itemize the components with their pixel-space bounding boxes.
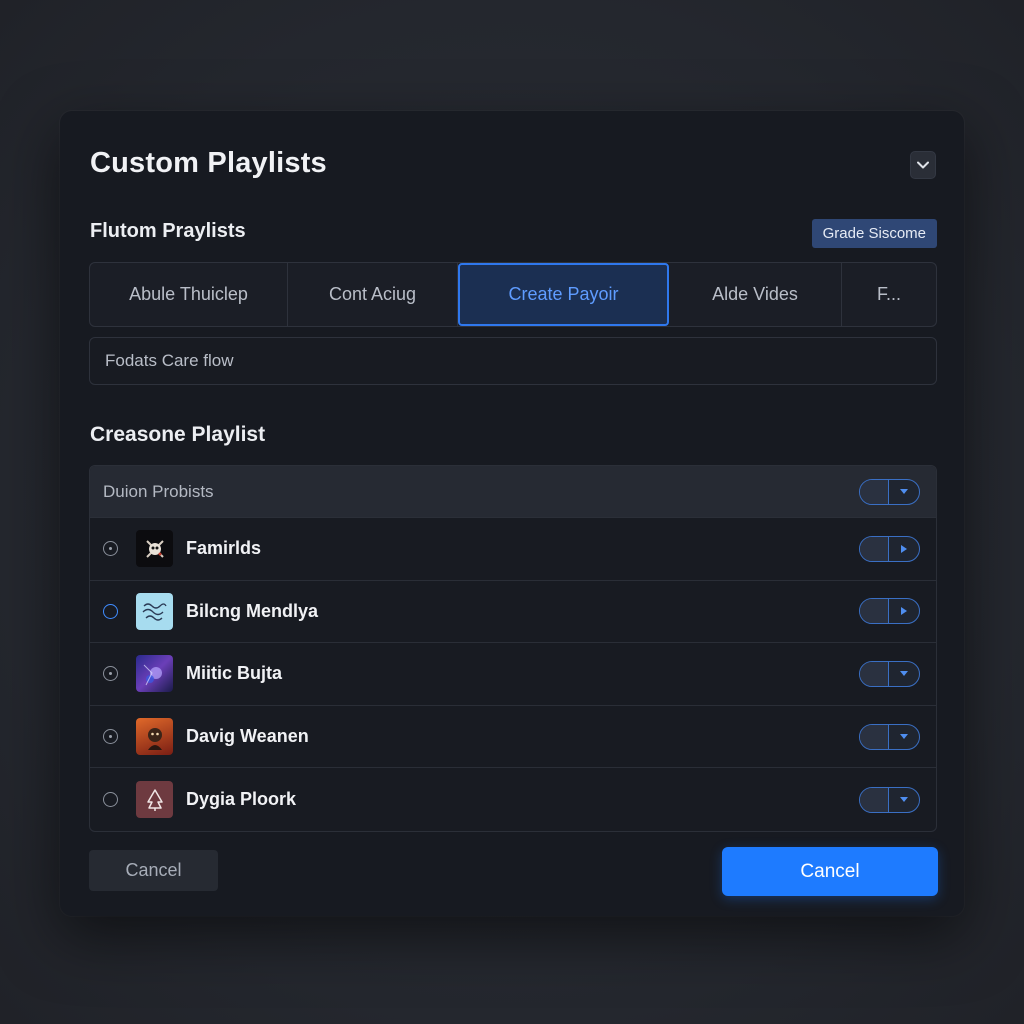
- item-dropdown-toggle[interactable]: [859, 723, 920, 750]
- arrow-right-icon: [901, 544, 907, 553]
- chevron-down-icon: [917, 161, 929, 169]
- item-label: Famirlds: [186, 538, 262, 559]
- item-label: Bilcng Mendlya: [186, 600, 319, 621]
- arrow-down-icon: [900, 670, 908, 676]
- cancel-button-primary[interactable]: Cancel: [722, 847, 938, 896]
- radio-button[interactable]: [103, 541, 118, 557]
- header-dropdown-toggle[interactable]: [859, 478, 920, 505]
- list-item[interactable]: Miitic Bujta: [90, 643, 936, 706]
- list-item[interactable]: Davig Weanen: [90, 706, 936, 769]
- list-header-label: Duion Probists: [103, 481, 214, 501]
- list-header: Duion Probists: [90, 466, 936, 518]
- custom-playlists-dialog: Custom Playlists Flutom Praylists Grade …: [60, 111, 964, 916]
- playlist-section-title: Creasone Playlist: [90, 423, 266, 446]
- item-toggle[interactable]: [859, 535, 920, 562]
- nebula-art-icon: [136, 655, 173, 693]
- item-label: Davig Weanen: [186, 726, 309, 747]
- arrow-down-icon: [900, 796, 908, 802]
- item-dropdown-toggle[interactable]: [859, 786, 920, 813]
- arrow-down-icon: [900, 733, 908, 739]
- list-item[interactable]: Famirlds: [90, 518, 936, 581]
- cancel-button-secondary[interactable]: Cancel: [89, 850, 218, 891]
- radio-button[interactable]: [103, 792, 118, 808]
- tab-overflow[interactable]: F...: [842, 263, 936, 326]
- arrow-down-icon: [900, 488, 908, 494]
- playlist-list: Duion Probists Famirlds Bilcng Mendlya M…: [89, 465, 937, 832]
- dialog-title: Custom Playlists: [90, 147, 327, 179]
- list-item[interactable]: Bilcng Mendlya: [90, 581, 936, 644]
- radio-button[interactable]: [103, 666, 118, 682]
- skull-art-icon: [136, 530, 173, 568]
- collapse-button[interactable]: [910, 151, 936, 179]
- tab-bar: Abule Thuiclep Cont Aciug Create Payoir …: [89, 262, 937, 327]
- portrait-art-icon: [136, 718, 173, 756]
- flow-input-field[interactable]: Fodats Care flow: [89, 337, 937, 385]
- item-label: Miitic Bujta: [186, 663, 283, 684]
- section-subtitle: Flutom Praylists: [90, 220, 246, 242]
- radio-button-selected[interactable]: [103, 603, 118, 619]
- arrow-right-icon: [901, 607, 907, 616]
- item-dropdown-toggle[interactable]: [859, 660, 920, 687]
- tab-4[interactable]: Alde Vides: [669, 263, 842, 326]
- script-art-icon: [136, 592, 173, 630]
- item-label: Dygia Ploork: [186, 789, 297, 810]
- grade-badge-button[interactable]: Grade Siscome: [811, 219, 937, 248]
- tab-create-active[interactable]: Create Payoir: [458, 263, 669, 326]
- radio-button[interactable]: [103, 729, 118, 745]
- tree-art-icon: [136, 781, 173, 819]
- tab-1[interactable]: Abule Thuiclep: [90, 263, 288, 326]
- item-toggle[interactable]: [859, 598, 920, 625]
- list-item[interactable]: Dygia Ploork: [90, 768, 936, 831]
- tab-2[interactable]: Cont Aciug: [288, 263, 458, 326]
